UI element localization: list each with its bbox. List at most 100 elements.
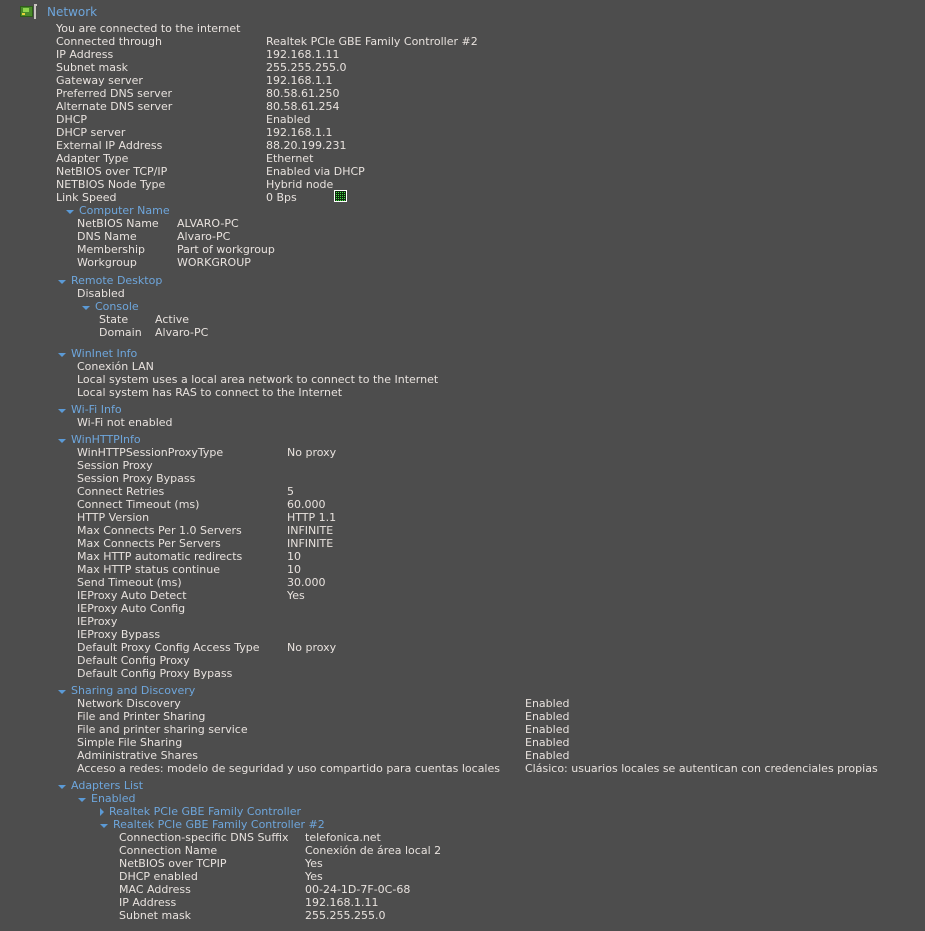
section-title: Computer Name xyxy=(79,204,170,217)
summary-value: 192.168.1.11 xyxy=(266,48,340,61)
summary-value: 0 Bps xyxy=(266,191,297,204)
computer-name-label: Membership xyxy=(77,243,145,256)
network-card-icon xyxy=(20,4,38,19)
chevron-down-icon[interactable] xyxy=(100,823,108,828)
winhttp-value: INFINITE xyxy=(287,524,334,537)
winhttp-value: 10 xyxy=(287,563,301,576)
chevron-down-icon[interactable] xyxy=(82,305,90,310)
winhttp-value: No proxy xyxy=(287,446,337,459)
winhttp-label: Send Timeout (ms) xyxy=(77,576,182,589)
summary-value: Enabled via DHCP xyxy=(266,165,365,178)
adapter-value: Conexión de área local 2 xyxy=(305,844,442,857)
wininet-line: Local system uses a local area network t… xyxy=(77,373,439,386)
section-header-winhttp[interactable]: WinHTTPInfo xyxy=(58,433,141,446)
winhttp-value: 30.000 xyxy=(287,576,326,589)
chevron-down-icon[interactable] xyxy=(58,279,66,284)
winhttp-label: IEProxy Bypass xyxy=(77,628,161,641)
winhttp-label: Connect Timeout (ms) xyxy=(77,498,200,511)
computer-name-value: ALVARO-PC xyxy=(177,217,239,230)
remote-desktop-status: Disabled xyxy=(77,287,125,300)
winhttp-value: Yes xyxy=(287,589,305,602)
adapter-value: Yes xyxy=(305,857,323,870)
chevron-down-icon[interactable] xyxy=(58,784,66,789)
section-title: Adapters List xyxy=(71,779,144,792)
sharing-label: Network Discovery xyxy=(77,697,181,710)
winhttp-label: IEProxy xyxy=(77,615,118,628)
sharing-label: Administrative Shares xyxy=(77,749,199,762)
sharing-label: File and printer sharing service xyxy=(77,723,248,736)
page-title: Network xyxy=(47,4,98,19)
adapter-label: Connection Name xyxy=(119,844,218,857)
winhttp-label: Default Config Proxy Bypass xyxy=(77,667,233,680)
sharing-value: Clásico: usuarios locales se autentican … xyxy=(525,762,878,775)
summary-value: 255.255.255.0 xyxy=(266,61,347,74)
section-header-remote-desktop[interactable]: Remote Desktop xyxy=(58,274,162,287)
section-header-console[interactable]: Console xyxy=(82,300,139,313)
adapter-label: Connection-specific DNS Suffix xyxy=(119,831,289,844)
chevron-down-icon[interactable] xyxy=(58,352,66,357)
chevron-down-icon[interactable] xyxy=(58,689,66,694)
summary-label: Subnet mask xyxy=(56,61,129,74)
summary-label: IP Address xyxy=(56,48,114,61)
summary-value: 80.58.61.250 xyxy=(266,87,340,100)
wininet-line: Local system has RAS to connect to the I… xyxy=(77,386,343,399)
summary-label: Connected through xyxy=(56,35,162,48)
winhttp-label: Connect Retries xyxy=(77,485,165,498)
section-header-wininet[interactable]: WinInet Info xyxy=(58,347,137,360)
chevron-down-icon[interactable] xyxy=(58,408,66,413)
chevron-down-icon[interactable] xyxy=(58,438,66,443)
summary-value: Enabled xyxy=(266,113,311,126)
section-title: WinHTTPInfo xyxy=(71,433,141,446)
section-title: Realtek PCIe GBE Family Controller #2 xyxy=(113,818,325,831)
section-title: Realtek PCIe GBE Family Controller xyxy=(109,805,302,818)
computer-name-value: Part of workgroup xyxy=(177,243,275,256)
summary-label: External IP Address xyxy=(56,139,163,152)
connection-status: You are connected to the internet xyxy=(56,22,241,35)
adapter-node-realtek-1[interactable]: Realtek PCIe GBE Family Controller xyxy=(100,805,301,818)
computer-name-value: WORKGROUP xyxy=(177,256,251,269)
adapter-value: telefonica.net xyxy=(305,831,381,844)
section-header-wifi[interactable]: Wi-Fi Info xyxy=(58,403,122,416)
section-header-adapters-enabled[interactable]: Enabled xyxy=(78,792,135,805)
chevron-down-icon[interactable] xyxy=(78,797,86,802)
adapter-value: 00-24-1D-7F-0C-68 xyxy=(305,883,411,896)
computer-name-label: DNS Name xyxy=(77,230,137,243)
adapter-label: Subnet mask xyxy=(119,909,192,922)
wifi-line: Wi-Fi not enabled xyxy=(77,416,173,429)
console-value: Alvaro-PC xyxy=(155,326,209,339)
adapter-label: NetBIOS over TCPIP xyxy=(119,857,227,870)
wininet-line: Conexión LAN xyxy=(77,360,154,373)
section-header-computer-name[interactable]: Computer Name xyxy=(66,204,170,217)
summary-value: Ethernet xyxy=(266,152,314,165)
sharing-value: Enabled xyxy=(525,697,570,710)
summary-label: Preferred DNS server xyxy=(56,87,172,100)
summary-value: 80.58.61.254 xyxy=(266,100,340,113)
chevron-down-icon[interactable] xyxy=(66,209,74,214)
console-label: Domain xyxy=(99,326,142,339)
winhttp-value: 10 xyxy=(287,550,301,563)
winhttp-label: HTTP Version xyxy=(77,511,150,524)
summary-value: 192.168.1.1 xyxy=(266,126,333,139)
winhttp-label: Session Proxy xyxy=(77,459,153,472)
chevron-right-icon[interactable] xyxy=(100,807,104,816)
winhttp-label: Max HTTP status continue xyxy=(77,563,221,576)
winhttp-value: HTTP 1.1 xyxy=(287,511,337,524)
link-speed-graph-icon[interactable] xyxy=(334,190,347,202)
section-title: Wi-Fi Info xyxy=(71,403,122,416)
summary-label: DHCP server xyxy=(56,126,126,139)
section-header-sharing[interactable]: Sharing and Discovery xyxy=(58,684,195,697)
winhttp-label: Max Connects Per 1.0 Servers xyxy=(77,524,242,537)
adapter-node-realtek-2[interactable]: Realtek PCIe GBE Family Controller #2 xyxy=(100,818,325,831)
summary-label: Link Speed xyxy=(56,191,117,204)
sharing-label: Simple File Sharing xyxy=(77,736,183,749)
adapter-label: DHCP enabled xyxy=(119,870,198,883)
summary-value: Realtek PCIe GBE Family Controller #2 xyxy=(266,35,478,48)
section-title: WinInet Info xyxy=(71,347,138,360)
computer-name-value: Alvaro-PC xyxy=(177,230,231,243)
summary-label: Alternate DNS server xyxy=(56,100,173,113)
sharing-label: File and Printer Sharing xyxy=(77,710,206,723)
section-title: Sharing and Discovery xyxy=(71,684,196,697)
console-value: Active xyxy=(155,313,190,326)
section-header-adapters-list[interactable]: Adapters List xyxy=(58,779,143,792)
winhttp-label: Max HTTP automatic redirects xyxy=(77,550,243,563)
